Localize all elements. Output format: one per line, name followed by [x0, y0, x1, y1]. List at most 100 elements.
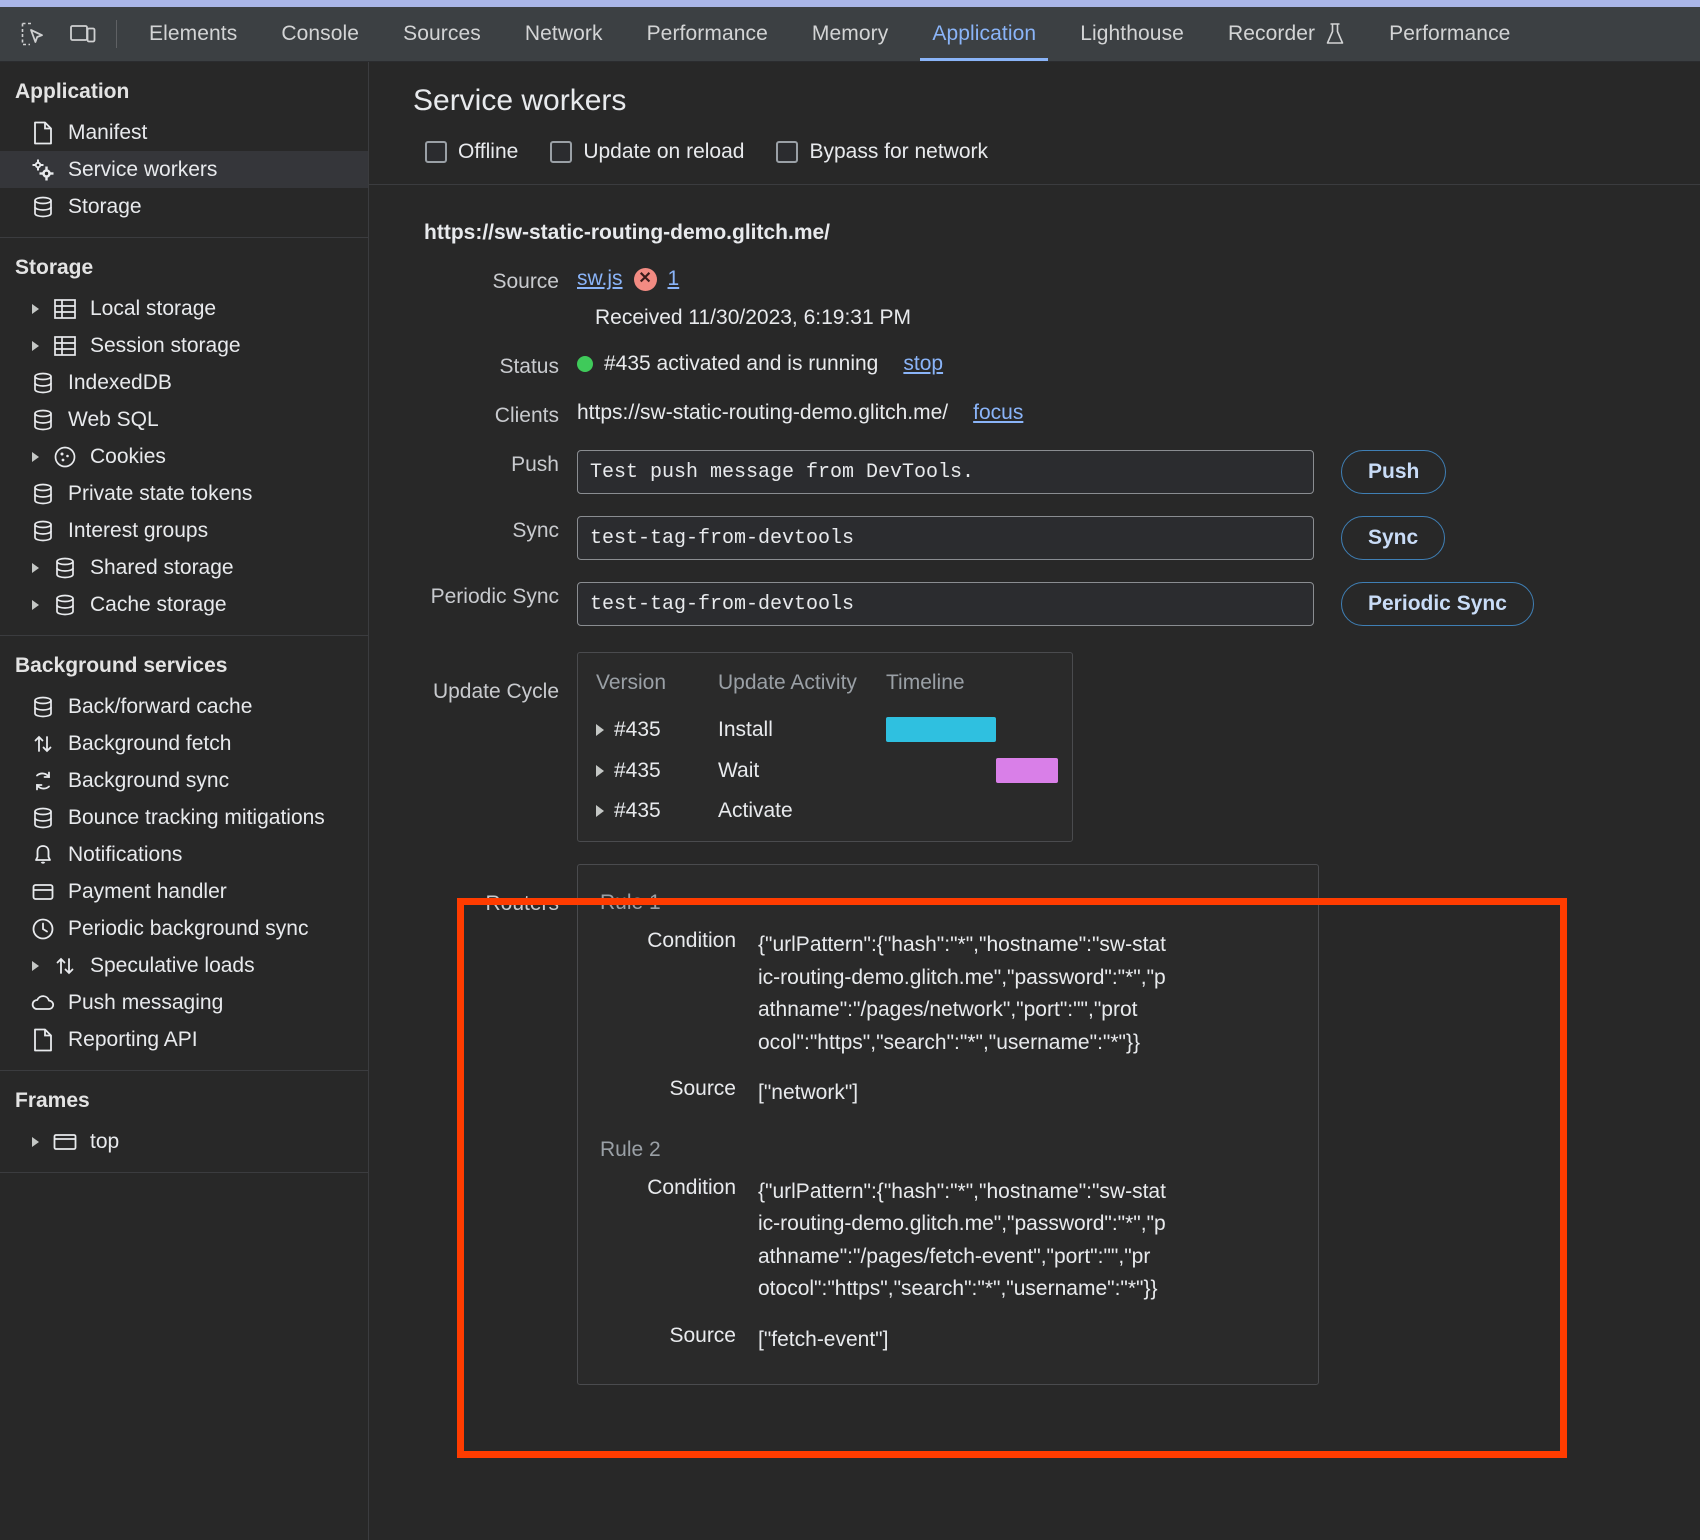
- tab-console[interactable]: Console: [259, 7, 381, 61]
- row-version: #435: [614, 718, 661, 742]
- tab-performance-insights[interactable]: Performance: [1367, 7, 1532, 61]
- devtools-tab-strip: Elements Console Sources Network Perform…: [0, 7, 1700, 62]
- sidebar-item-indexeddb[interactable]: IndexedDB: [0, 364, 368, 401]
- table-row[interactable]: #435 Activate: [578, 791, 1072, 831]
- tab-label: Sources: [403, 22, 481, 46]
- sidebar-item-back-forward-cache[interactable]: Back/forward cache: [0, 688, 368, 725]
- sync-label: Sync: [369, 516, 577, 543]
- push-button[interactable]: Push: [1341, 450, 1446, 494]
- sidebar-item-interest-groups[interactable]: Interest groups: [0, 512, 368, 549]
- row-activity: Wait: [718, 759, 886, 783]
- source-row: Source sw.js ✕ 1: [369, 267, 1700, 294]
- sidebar-item-manifest[interactable]: Manifest: [0, 114, 368, 151]
- rule-condition-value: {"urlPattern":{"hash":"*","hostname":"sw…: [758, 1176, 1166, 1306]
- device-toolbar-icon[interactable]: [58, 7, 108, 61]
- update-on-reload-checkbox[interactable]: Update on reload: [550, 140, 744, 164]
- source-file-link[interactable]: sw.js: [577, 267, 623, 291]
- sidebar-item-reporting-api[interactable]: Reporting API: [0, 1021, 368, 1058]
- tab-sources[interactable]: Sources: [381, 7, 503, 61]
- chevron-right-icon[interactable]: [596, 724, 604, 736]
- checkbox-box[interactable]: [425, 141, 447, 163]
- tab-memory[interactable]: Memory: [790, 7, 910, 61]
- sidebar-item-cache-storage[interactable]: Cache storage: [0, 586, 368, 623]
- stop-link[interactable]: stop: [903, 352, 943, 376]
- push-input[interactable]: [577, 450, 1314, 494]
- tab-label: Network: [525, 22, 603, 46]
- tab-recorder[interactable]: Recorder: [1206, 7, 1367, 61]
- rule-condition-row: Condition {"urlPattern":{"hash":"*","hos…: [578, 923, 1318, 1065]
- sidebar-item-shared-storage[interactable]: Shared storage: [0, 549, 368, 586]
- sidebar-group-title: Frames: [0, 1071, 368, 1123]
- source-error-count-link[interactable]: 1: [668, 267, 680, 291]
- chevron-right-icon[interactable]: [32, 563, 39, 573]
- sync-input[interactable]: [577, 516, 1314, 560]
- updown-arrows-icon: [52, 953, 78, 979]
- sidebar-item-speculative-loads[interactable]: Speculative loads: [0, 947, 368, 984]
- sidebar-item-label: Cache storage: [90, 593, 227, 617]
- cookie-icon: [52, 444, 78, 470]
- bell-icon: [30, 842, 56, 868]
- database-icon: [52, 555, 78, 581]
- tab-label: Memory: [812, 22, 888, 46]
- focus-link[interactable]: focus: [973, 401, 1023, 425]
- chevron-right-icon[interactable]: [32, 341, 39, 351]
- chevron-right-icon[interactable]: [32, 452, 39, 462]
- sidebar-item-label: Manifest: [68, 121, 147, 145]
- status-row: Status #435 activated and is running sto…: [369, 352, 1700, 379]
- row-version: #435: [614, 799, 661, 823]
- chevron-right-icon[interactable]: [32, 961, 39, 971]
- row-timeline: [886, 758, 1072, 783]
- condition-line: {"urlPattern":{"hash":"*","hostname":"sw…: [758, 929, 1166, 962]
- table-row[interactable]: #435 Wait: [578, 750, 1072, 791]
- sync-button[interactable]: Sync: [1341, 516, 1445, 560]
- sidebar-item-background-fetch[interactable]: Background fetch: [0, 725, 368, 762]
- sidebar-item-label: Push messaging: [68, 991, 223, 1015]
- sidebar-item-notifications[interactable]: Notifications: [0, 836, 368, 873]
- condition-line: ocol":"https","search":"*","username":"*…: [758, 1027, 1166, 1060]
- periodic-sync-input[interactable]: [577, 582, 1314, 626]
- rule-source-row: Source ["network"]: [578, 1071, 1318, 1116]
- inspect-element-icon[interactable]: [8, 7, 58, 61]
- sidebar-item-session-storage[interactable]: Session storage: [0, 327, 368, 364]
- sidebar-item-push-messaging[interactable]: Push messaging: [0, 984, 368, 1021]
- tab-elements[interactable]: Elements: [127, 7, 259, 61]
- sidebar-item-local-storage[interactable]: Local storage: [0, 290, 368, 327]
- sidebar-item-storage[interactable]: Storage: [0, 188, 368, 225]
- database-icon: [30, 694, 56, 720]
- checkbox-box[interactable]: [550, 141, 572, 163]
- tab-performance[interactable]: Performance: [625, 7, 790, 61]
- update-cycle-label: Update Cycle: [369, 652, 577, 704]
- chevron-right-icon[interactable]: [596, 805, 604, 817]
- table-icon: [52, 296, 78, 322]
- source-received-timestamp: Received 11/30/2023, 6:19:31 PM: [369, 306, 1700, 330]
- table-row[interactable]: #435 Install: [578, 709, 1072, 750]
- sidebar-item-bounce-tracking-mitigations[interactable]: Bounce tracking mitigations: [0, 799, 368, 836]
- chevron-right-icon[interactable]: [32, 1137, 39, 1147]
- sidebar-item-label: Reporting API: [68, 1028, 198, 1052]
- tab-application[interactable]: Application: [910, 7, 1058, 61]
- sidebar-item-payment-handler[interactable]: Payment handler: [0, 873, 368, 910]
- rule-condition-value: {"urlPattern":{"hash":"*","hostname":"sw…: [758, 929, 1166, 1059]
- chevron-right-icon[interactable]: [596, 765, 604, 777]
- tab-label: Performance: [647, 22, 768, 46]
- bypass-for-network-checkbox[interactable]: Bypass for network: [776, 140, 988, 164]
- condition-line: otocol":"https","search":"*","username":…: [758, 1273, 1166, 1306]
- sidebar-item-label: Interest groups: [68, 519, 208, 543]
- chevron-right-icon[interactable]: [32, 304, 39, 314]
- sidebar-item-cookies[interactable]: Cookies: [0, 438, 368, 475]
- sidebar-item-web-sql[interactable]: Web SQL: [0, 401, 368, 438]
- sidebar-item-private-state-tokens[interactable]: Private state tokens: [0, 475, 368, 512]
- sidebar-item-service-workers[interactable]: Service workers: [0, 151, 368, 188]
- sidebar-group-background-services: Background services Back/forward cache B…: [0, 636, 368, 1071]
- checkbox-box[interactable]: [776, 141, 798, 163]
- sidebar-item-periodic-background-sync[interactable]: Periodic background sync: [0, 910, 368, 947]
- periodic-sync-button[interactable]: Periodic Sync: [1341, 582, 1534, 626]
- tab-lighthouse[interactable]: Lighthouse: [1058, 7, 1206, 61]
- gears-icon: [30, 157, 56, 183]
- chevron-right-icon[interactable]: [32, 600, 39, 610]
- tab-network[interactable]: Network: [503, 7, 625, 61]
- sidebar-item-label: Periodic background sync: [68, 917, 308, 941]
- sidebar-item-top[interactable]: top: [0, 1123, 368, 1160]
- sidebar-item-background-sync[interactable]: Background sync: [0, 762, 368, 799]
- offline-checkbox[interactable]: Offline: [425, 140, 518, 164]
